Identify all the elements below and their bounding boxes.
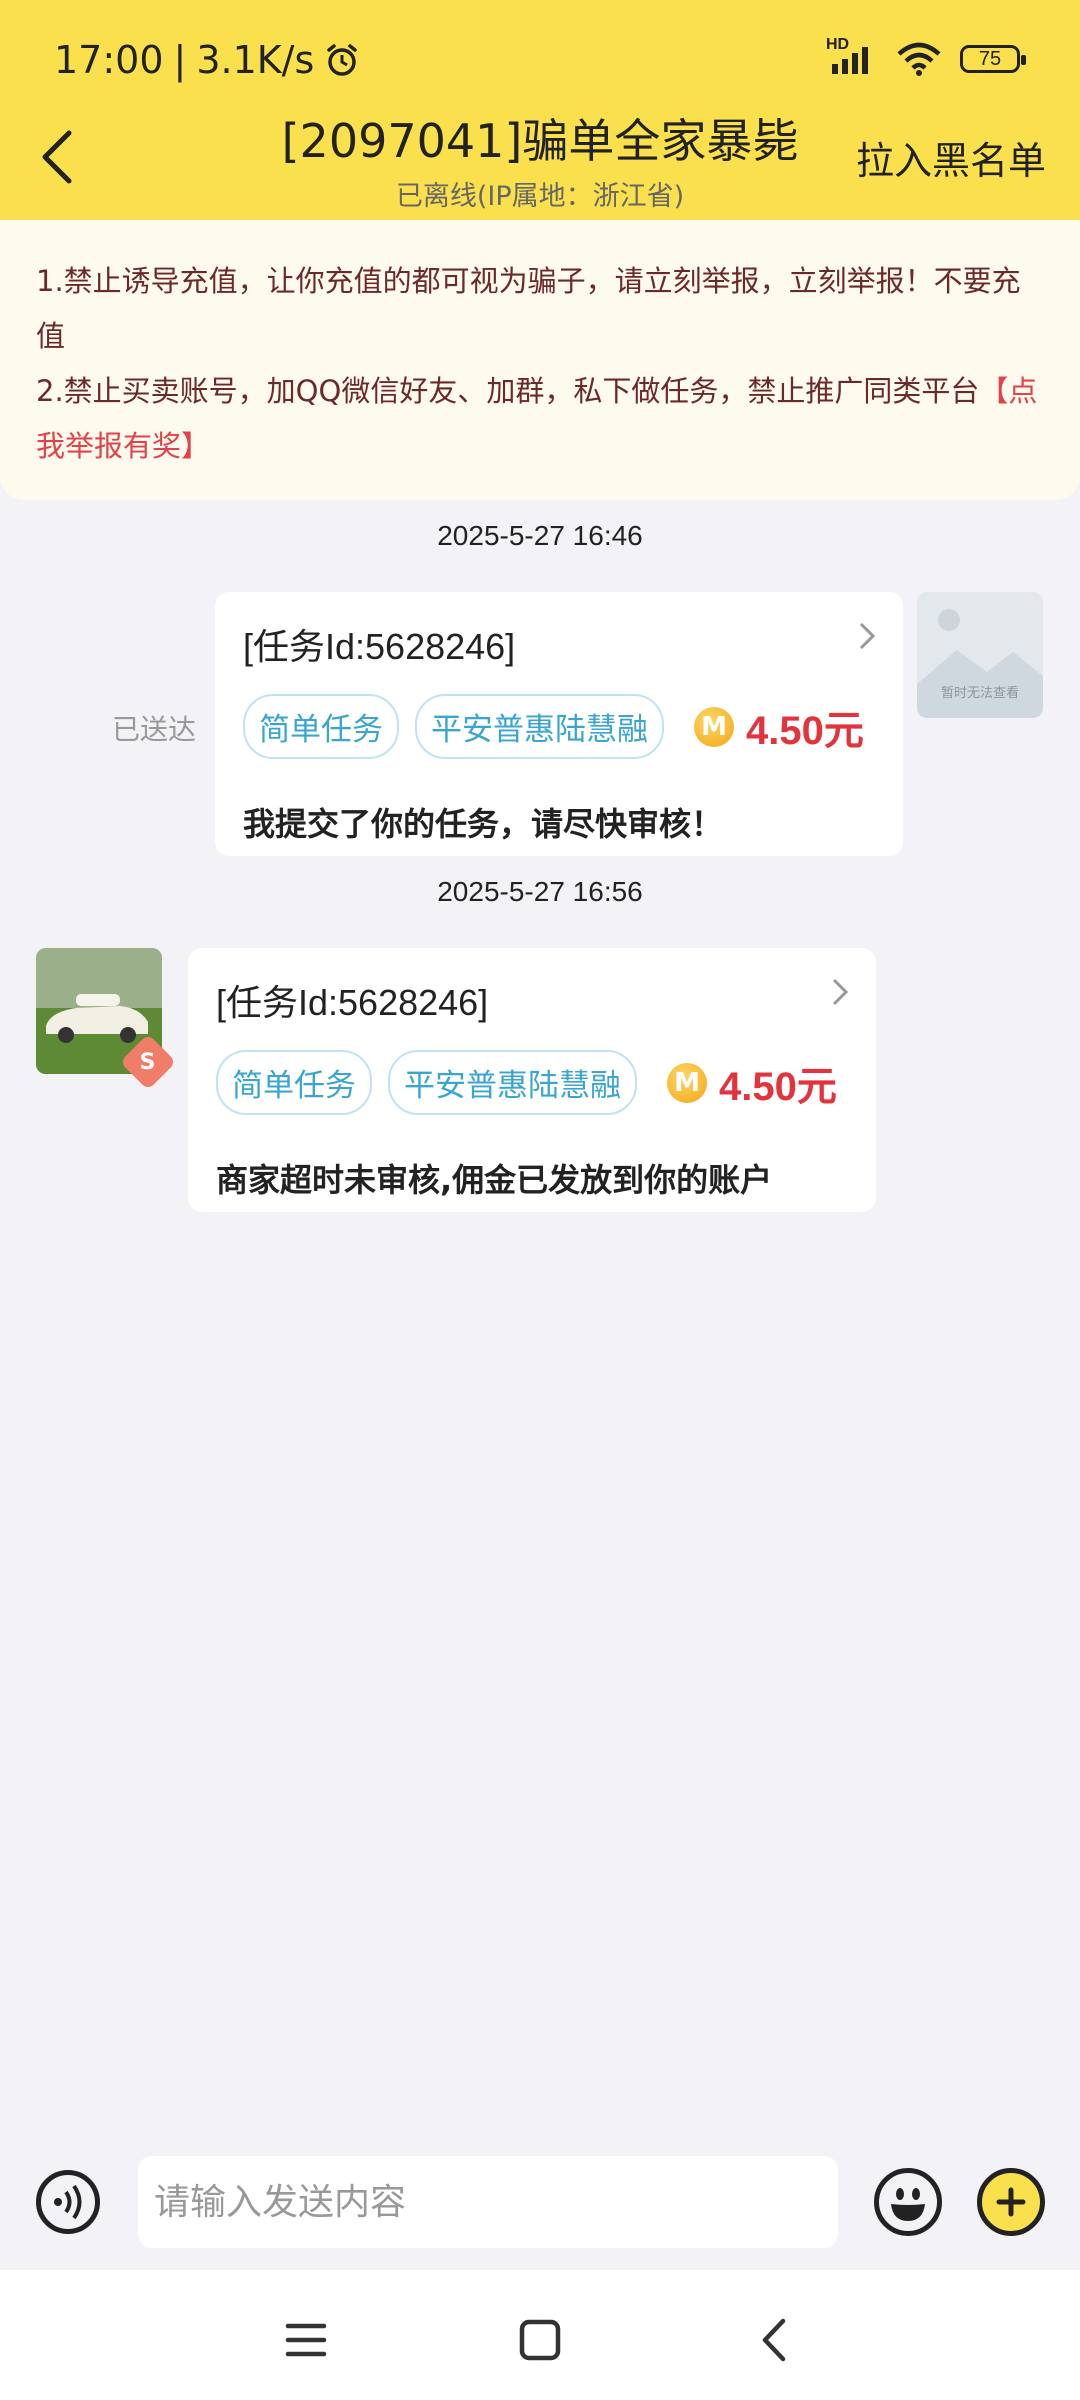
task-tag: 简单任务 (243, 694, 399, 759)
signal-icon: HD (826, 36, 878, 76)
chevron-right-icon (859, 622, 876, 650)
plus-icon (996, 2187, 1026, 2217)
top-bar: 17:00 | 3.1K/s HD 75 [2097041]骗单全家暴毙 已离线… (0, 0, 1080, 220)
avatar[interactable]: 暂时无法查看 (917, 592, 1043, 718)
battery-level: 75 (978, 47, 1002, 70)
status-separator: | (173, 38, 187, 82)
nav-back-button[interactable] (744, 2310, 804, 2370)
status-bar-right: HD 75 (826, 36, 1026, 76)
emoji-button[interactable] (874, 2168, 942, 2236)
online-status: 已离线(IP属地：浙江省) (395, 181, 685, 212)
alarm-icon (327, 44, 358, 76)
task-tag: 平安普惠陆慧融 (388, 1050, 637, 1115)
task-id: [任务Id:5628246] (216, 982, 489, 1023)
task-tags: 简单任务 平安普惠陆慧融 M 4.50元 (243, 694, 875, 759)
notice-banner: 1.禁止诱导充值，让你充值的都可视为骗子，请立刻举报，立刻举报！不要充值 2.禁… (0, 220, 1080, 500)
avatar-unavailable-text: 暂时无法查看 (940, 686, 1019, 701)
task-tag: 简单任务 (216, 1050, 372, 1115)
system-nav-bar (0, 2270, 1080, 2400)
message-timestamp: 2025-5-27 16:56 (437, 876, 643, 907)
delivery-status: 已送达 (112, 713, 197, 746)
task-tag: 平安普惠陆慧融 (415, 694, 664, 759)
message-timestamp: 2025-5-27 16:46 (437, 520, 643, 551)
chat-title: [2097041]骗单全家暴毙 (281, 114, 799, 168)
battery-icon: 75 (960, 45, 1026, 73)
coin-icon: M (694, 706, 734, 747)
status-bar-left: 17:00 | 3.1K/s (54, 38, 360, 82)
coin-icon: M (667, 1062, 707, 1103)
badge-letter: S (140, 1049, 156, 1075)
blacklist-button[interactable]: 拉入黑名单 (856, 130, 1046, 185)
nav-home-button[interactable] (510, 2310, 570, 2370)
back-triangle-icon (762, 2318, 786, 2362)
task-card-received[interactable]: [任务Id:5628246] 简单任务 平安普惠陆慧融 M 4.50元 商家超时… (188, 948, 876, 1212)
voice-button[interactable] (36, 2170, 100, 2234)
notice-line-2-text: 2.禁止买卖账号，加QQ微信好友、加群，私下做任务，禁止推广同类平台 (36, 374, 980, 408)
message-text: 我提交了你的任务，请尽快审核！ (243, 805, 724, 843)
menu-icon (285, 2323, 327, 2357)
nav-menu-button[interactable] (276, 2310, 336, 2370)
task-tags: 简单任务 平安普惠陆慧融 M 4.50元 (216, 1050, 848, 1115)
network-speed: 3.1K/s (196, 38, 315, 82)
message-input[interactable] (138, 2156, 838, 2248)
emoji-icon (891, 2188, 925, 2221)
back-button[interactable] (22, 122, 92, 192)
status-time: 17:00 (54, 38, 164, 82)
chevron-right-icon (832, 978, 849, 1006)
message-text: 商家超时未审核,佣金已发放到你的账户 (216, 1161, 773, 1199)
voice-icon (54, 2184, 82, 2220)
more-button[interactable] (977, 2168, 1045, 2236)
wifi-icon (897, 42, 941, 76)
task-card-sent[interactable]: [任务Id:5628246] 简单任务 平安普惠陆慧融 M 4.50元 我提交了… (215, 592, 903, 856)
home-square-icon (519, 2319, 561, 2361)
task-price: 4.50元 (746, 708, 864, 753)
input-bar (0, 2140, 1080, 2270)
notice-line-1: 1.禁止诱导充值，让你充值的都可视为骗子，请立刻举报，立刻举报！不要充值 (36, 264, 1021, 353)
back-arrow-icon (42, 130, 72, 184)
task-price: 4.50元 (719, 1064, 837, 1109)
task-id: [任务Id:5628246] (243, 626, 516, 667)
notice-line-2: 2.禁止买卖账号，加QQ微信好友、加群，私下做任务，禁止推广同类平台【点我举报有… (36, 364, 1044, 474)
